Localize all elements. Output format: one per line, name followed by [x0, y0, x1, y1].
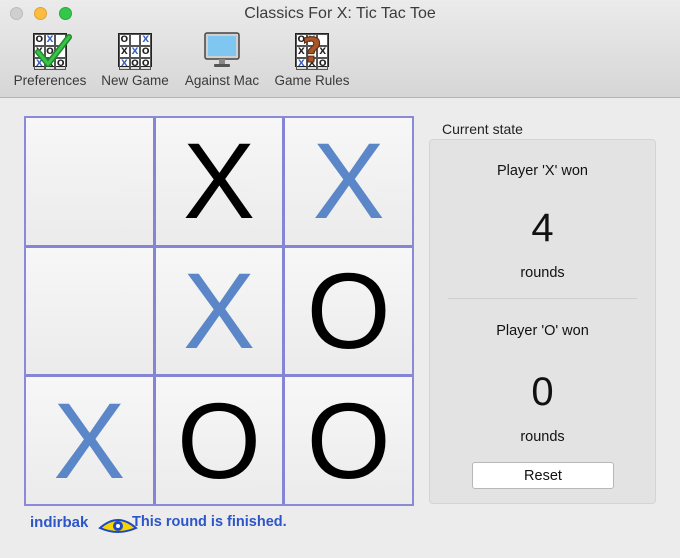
app-window: Classics For X: Tic Tac Toe OX XO XXO Pr…: [0, 0, 680, 558]
toolbar-against-mac-button[interactable]: Against Mac: [180, 30, 264, 88]
board-cell-5[interactable]: X: [155, 247, 283, 375]
reset-button[interactable]: Reset: [472, 462, 614, 489]
board-cell-7[interactable]: X: [26, 377, 153, 504]
player-o-unit: rounds: [520, 429, 565, 445]
score-divider: [448, 298, 637, 299]
board-cell-1[interactable]: [26, 118, 153, 245]
board-cell-6[interactable]: O: [285, 247, 412, 375]
toolbar-preferences-label: Preferences: [13, 73, 87, 88]
game-status-text: This round is finished.: [132, 514, 287, 530]
preferences-icon: OX XO XXO: [30, 30, 72, 70]
player-x-label: Player 'X' won: [497, 163, 588, 179]
tic-tac-toe-board: X X X O X O O: [24, 116, 414, 506]
toolbar-game-rules-label: Game Rules: [274, 73, 350, 88]
toolbar-game-rules-button[interactable]: OX XOX XXO ? Game Rules: [272, 30, 352, 89]
window-title: Classics For X: Tic Tac Toe: [244, 5, 436, 22]
board-cell-8[interactable]: O: [155, 377, 283, 504]
board-cell-4[interactable]: [26, 247, 153, 375]
player-x-unit: rounds: [520, 265, 565, 281]
brand-name[interactable]: indirbak: [30, 514, 88, 531]
toolbar-preferences-button[interactable]: OX XO XXO Preferences: [10, 30, 90, 88]
board-cell-2[interactable]: X: [155, 118, 283, 245]
monitor-icon: [202, 30, 242, 70]
new-game-icon: OX XXO XOO: [115, 30, 155, 70]
current-state-caption: Current state: [442, 121, 523, 137]
board-cell-9[interactable]: O: [285, 377, 412, 504]
player-x-count: 4: [531, 206, 554, 250]
title-toolbar: Classics For X: Tic Tac Toe OX XO XXO Pr…: [0, 0, 680, 98]
player-o-count: 0: [531, 370, 554, 414]
svg-text:?: ?: [302, 31, 322, 70]
player-o-label: Player 'O' won: [496, 323, 589, 339]
question-icon: OX XOX XXO ?: [292, 30, 332, 70]
toolbar-against-mac-label: Against Mac: [184, 73, 260, 88]
toolbar-new-game-label: New Game: [101, 73, 169, 88]
board-cell-3[interactable]: X: [285, 118, 412, 245]
toolbar-new-game-button[interactable]: OX XXO XOO New Game: [98, 30, 172, 88]
score-panel: Player 'X' won 4 rounds Player 'O' won 0…: [429, 139, 656, 504]
